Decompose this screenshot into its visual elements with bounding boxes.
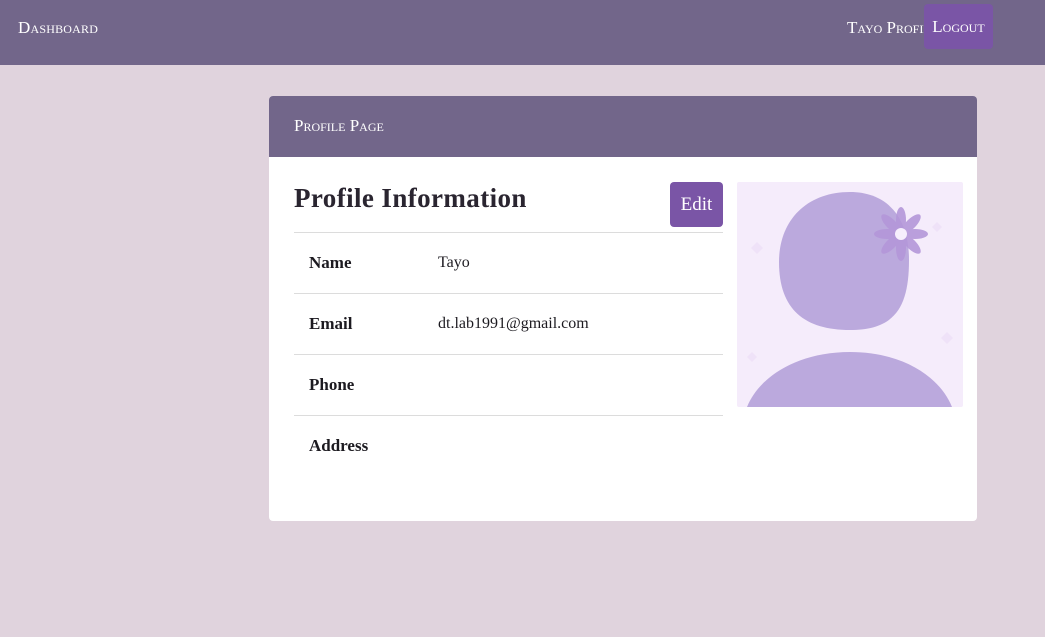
- card-header: Profile Page: [269, 96, 977, 157]
- profile-info-table: Name Tayo Email dt.lab1991@gmail.com Pho…: [294, 232, 723, 477]
- card-header-title: Profile Page: [294, 116, 384, 135]
- dashboard-link[interactable]: Dashboard: [18, 18, 98, 38]
- avatar-icon: [737, 182, 963, 407]
- field-label: Name: [309, 253, 352, 272]
- logout-button[interactable]: Logout: [924, 4, 993, 49]
- table-row-name: Name Tayo: [294, 232, 723, 294]
- top-navbar: Dashboard Tayo Profile Logout: [0, 0, 1045, 65]
- section-title: Profile Information: [294, 183, 527, 213]
- table-row-phone: Phone: [294, 354, 723, 416]
- field-value: dt.lab1991@gmail.com: [438, 315, 589, 332]
- table-row-address: Address: [294, 415, 723, 477]
- field-label: Phone: [309, 375, 355, 394]
- field-label: Email: [309, 314, 353, 333]
- profile-card: Profile Page Profile Information Edit Na…: [269, 96, 977, 521]
- field-value: Tayo: [438, 254, 470, 271]
- field-label: Address: [309, 436, 369, 456]
- edit-button[interactable]: Edit: [670, 182, 723, 227]
- table-row-email: Email dt.lab1991@gmail.com: [294, 293, 723, 355]
- field-value: [438, 416, 723, 477]
- field-value: [438, 355, 723, 416]
